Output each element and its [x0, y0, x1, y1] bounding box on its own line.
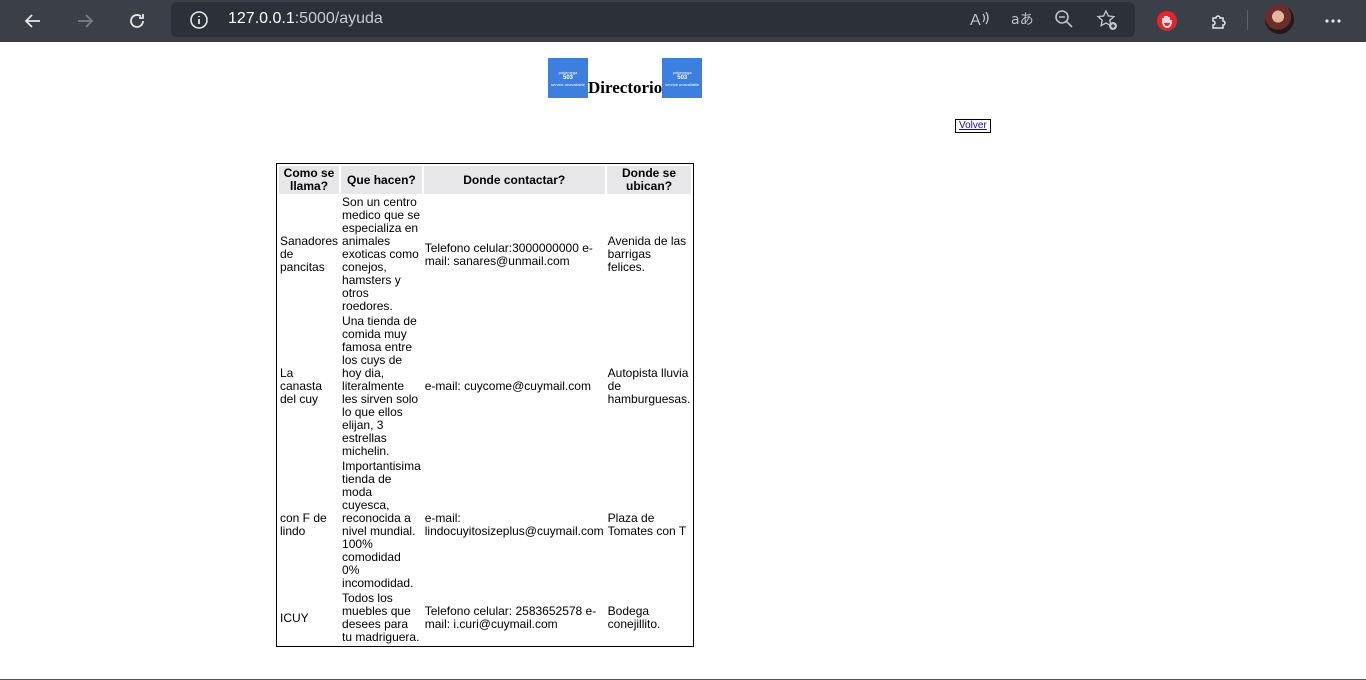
translate-icon[interactable]: aあ: [1011, 9, 1035, 29]
volver-button[interactable]: Volver: [955, 119, 991, 133]
header-cell-location: Donde se ubican?: [606, 166, 692, 194]
svg-text:aあ: aあ: [1011, 12, 1034, 28]
url-path: :5000/ayuda: [294, 10, 383, 27]
cell-location: Plaza de Tomates con T: [607, 511, 687, 538]
cell-name: Sanadores de pancitas: [280, 234, 339, 274]
page-title: Directorio: [588, 78, 663, 97]
favorite-add-icon[interactable]: [1096, 9, 1118, 31]
cell-name: con F de lindo: [280, 511, 327, 538]
extensions-icon[interactable]: [1203, 5, 1235, 37]
page-header: pokemega 503 service unavailable Directo…: [548, 58, 703, 98]
logo-text-code: 503: [677, 74, 688, 81]
info-icon[interactable]: [189, 10, 209, 30]
profile-avatar[interactable]: [1265, 5, 1294, 34]
forward-arrow-icon[interactable]: [69, 5, 101, 37]
table-row: con F de lindo Importantisima tienda de …: [279, 460, 691, 590]
svg-text:A: A: [970, 12, 981, 29]
browser-toolbar: 127.0.0.1:5000/ayuda A aあ: [0, 0, 1366, 42]
cell-name: ICUY: [280, 610, 309, 625]
adblock-icon[interactable]: [1151, 5, 1183, 37]
cell-contact: Telefono celular:3000000000 e-mail: sana…: [424, 240, 593, 268]
cell-location: Bodega conejillito.: [607, 604, 661, 631]
logo-image-left: pokemega 503 service unavailable: [548, 58, 588, 98]
back-arrow-icon[interactable]: [17, 5, 49, 37]
header-cell-what: Que hacen?: [341, 166, 422, 194]
cell-location: Avenida de las barrigas felices.: [607, 234, 687, 274]
directory-table: Como se llama? Que hacen? Donde contacta…: [276, 163, 695, 647]
toolbar-separator: [1247, 10, 1248, 30]
page-content: pokemega 503 service unavailable Directo…: [0, 42, 1366, 679]
header-cell-contact: Donde contactar?: [423, 166, 605, 194]
table-row: Sanadores de pancitas Son un centro medi…: [279, 196, 691, 313]
cell-contact: e-mail: lindocuyitosizeplus@cuymail.com: [424, 511, 604, 538]
table-row: La canasta del cuy Una tienda de comida …: [279, 315, 691, 458]
cell-what: Importantisima tienda de moda cuyesca, r…: [342, 459, 421, 590]
url-text[interactable]: 127.0.0.1:5000/ayuda: [228, 10, 383, 28]
address-bar[interactable]: 127.0.0.1:5000/ayuda A aあ: [171, 2, 1135, 37]
logo-text-code: 503: [562, 74, 573, 81]
refresh-icon[interactable]: [121, 5, 153, 37]
cell-contact: e-mail: cuycome@cuymail.com: [424, 379, 591, 393]
cell-what: Todos los muebles que desees para tu mad…: [342, 591, 420, 644]
url-host: 127.0.0.1: [228, 10, 295, 27]
header-cell-name: Como se llama?: [279, 166, 340, 194]
logo-text-bottom: service unavailable: [665, 81, 700, 87]
logo-text-bottom: service unavailable: [550, 81, 586, 87]
cell-location: Autopista lluvia de hamburguesas.: [607, 366, 691, 406]
table-row: ICUY Todos los muebles que desees para t…: [279, 592, 691, 644]
zoom-out-icon[interactable]: [1054, 9, 1074, 29]
read-aloud-icon[interactable]: A: [969, 9, 991, 29]
logo-image-right: pokemega 503 service unavailable: [662, 58, 703, 98]
cell-what: Una tienda de comida muy famosa entre lo…: [342, 314, 419, 458]
cell-contact: Telefono celular: 2583652578 e-mail: i.c…: [424, 604, 597, 631]
more-menu-icon[interactable]: [1317, 5, 1349, 37]
cell-name: La canasta del cuy: [280, 366, 323, 406]
table-header-row: Como se llama? Que hacen? Donde contacta…: [279, 166, 692, 194]
cell-what: Son un centro medico que se especializa …: [342, 195, 421, 313]
